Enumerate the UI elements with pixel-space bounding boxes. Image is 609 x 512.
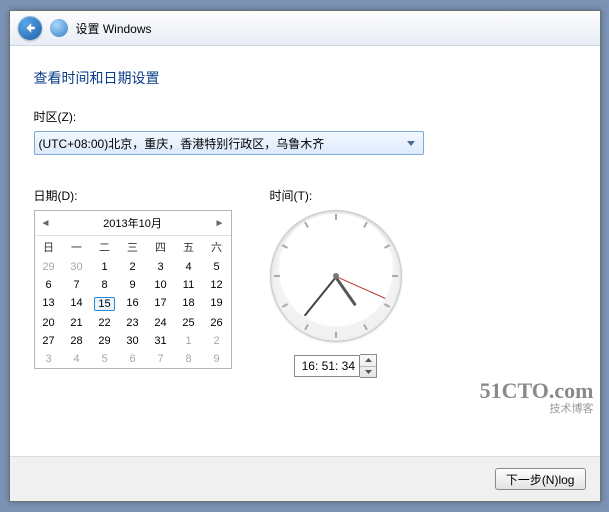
- cal-day[interactable]: 26: [203, 314, 231, 332]
- cal-day[interactable]: 12: [203, 276, 231, 294]
- cal-day[interactable]: 25: [175, 314, 203, 332]
- clock-tick: [335, 214, 337, 220]
- cal-day[interactable]: 13: [35, 294, 63, 314]
- cal-day[interactable]: 31: [147, 332, 175, 350]
- cal-day[interactable]: 1: [175, 332, 203, 350]
- cal-day[interactable]: 9: [203, 350, 231, 368]
- cal-day[interactable]: 8: [91, 276, 119, 294]
- cal-day[interactable]: 9: [119, 276, 147, 294]
- cal-title: 2013年10月: [51, 215, 215, 231]
- cal-day[interactable]: 16: [119, 294, 147, 314]
- footer: 下一步(N)log: [10, 456, 600, 501]
- cal-day[interactable]: 24: [147, 314, 175, 332]
- clock-tick: [274, 275, 280, 277]
- cal-day[interactable]: 7: [63, 276, 91, 294]
- cal-day[interactable]: 30: [119, 332, 147, 350]
- timezone-value: (UTC+08:00)北京，重庆，香港特别行政区，乌鲁木齐: [39, 135, 403, 152]
- back-arrow-icon: [24, 22, 36, 34]
- clock-tick: [383, 303, 389, 308]
- page-title: 查看时间和日期设置: [34, 68, 576, 88]
- cal-weekday-row: 日一二三四五六: [35, 236, 231, 258]
- clock-tick: [392, 275, 398, 277]
- cal-day[interactable]: 3: [35, 350, 63, 368]
- clock-tick: [304, 324, 309, 330]
- cal-prev[interactable]: ◄: [41, 218, 51, 229]
- timezone-label: 时区(Z):: [34, 108, 576, 125]
- clock-tick: [363, 324, 368, 330]
- clock-pin: [333, 273, 339, 279]
- cal-day[interactable]: 22: [91, 314, 119, 332]
- cal-day[interactable]: 17: [147, 294, 175, 314]
- clock-tick: [335, 332, 337, 338]
- spinner-up[interactable]: [360, 355, 376, 367]
- cal-day[interactable]: 2: [203, 332, 231, 350]
- timezone-combobox[interactable]: (UTC+08:00)北京，重庆，香港特别行政区，乌鲁木齐: [34, 131, 424, 155]
- globe-icon: [50, 19, 68, 37]
- cal-day[interactable]: 11: [175, 276, 203, 294]
- cal-dow: 一: [63, 236, 91, 258]
- back-button[interactable]: [18, 16, 42, 40]
- cal-day[interactable]: 21: [63, 314, 91, 332]
- cal-day[interactable]: 2: [119, 258, 147, 276]
- cal-dow: 四: [147, 236, 175, 258]
- cal-day[interactable]: 30: [63, 258, 91, 276]
- cal-day[interactable]: 28: [63, 332, 91, 350]
- cal-day[interactable]: 19: [203, 294, 231, 314]
- calendar: ◄ 2013年10月 ► 日一二三四五六 2930123456789101112…: [34, 210, 232, 369]
- clock-tick: [383, 244, 389, 249]
- cal-dow: 日: [35, 236, 63, 258]
- cal-day[interactable]: 1: [91, 258, 119, 276]
- cal-next[interactable]: ►: [215, 218, 225, 229]
- cal-dow: 五: [175, 236, 203, 258]
- cal-day[interactable]: 23: [119, 314, 147, 332]
- content-area: 查看时间和日期设置 时区(Z): (UTC+08:00)北京，重庆，香港特别行政…: [10, 46, 600, 456]
- time-stepper[interactable]: [294, 354, 377, 378]
- cal-dow: 三: [119, 236, 147, 258]
- cal-day[interactable]: 20: [35, 314, 63, 332]
- cal-day[interactable]: 6: [35, 276, 63, 294]
- clock-tick: [281, 303, 287, 308]
- time-input[interactable]: [294, 355, 360, 377]
- cal-day[interactable]: 14: [63, 294, 91, 314]
- watermark: 51CTO.com 技术博客: [480, 378, 594, 416]
- cal-day[interactable]: 4: [175, 258, 203, 276]
- chevron-down-icon: [403, 132, 419, 154]
- minute-hand: [303, 276, 336, 316]
- cal-day[interactable]: 15: [91, 294, 119, 314]
- spinner-down[interactable]: [360, 367, 376, 378]
- time-label: 时间(T):: [270, 187, 402, 204]
- cal-day[interactable]: 6: [119, 350, 147, 368]
- window-title: 设置 Windows: [76, 20, 152, 37]
- cal-day[interactable]: 3: [147, 258, 175, 276]
- cal-day[interactable]: 29: [91, 332, 119, 350]
- cal-day[interactable]: 10: [147, 276, 175, 294]
- cal-day[interactable]: 4: [63, 350, 91, 368]
- cal-day[interactable]: 7: [147, 350, 175, 368]
- cal-day[interactable]: 29: [35, 258, 63, 276]
- cal-day[interactable]: 5: [203, 258, 231, 276]
- time-spinner: [360, 354, 377, 378]
- window-header: 设置 Windows: [10, 11, 600, 46]
- cal-day[interactable]: 27: [35, 332, 63, 350]
- cal-day[interactable]: 5: [91, 350, 119, 368]
- cal-day[interactable]: 8: [175, 350, 203, 368]
- cal-day[interactable]: 18: [175, 294, 203, 314]
- cal-days-grid: 2930123456789101112131415161718192021222…: [35, 258, 231, 368]
- analog-clock: [270, 210, 402, 342]
- next-button[interactable]: 下一步(N)log: [495, 468, 586, 490]
- clock-tick: [281, 244, 287, 249]
- clock-tick: [363, 222, 368, 228]
- clock-tick: [304, 222, 309, 228]
- cal-dow: 二: [91, 236, 119, 258]
- settings-window: 设置 Windows 查看时间和日期设置 时区(Z): (UTC+08:00)北…: [9, 10, 601, 502]
- date-label: 日期(D):: [34, 187, 232, 204]
- cal-dow: 六: [203, 236, 231, 258]
